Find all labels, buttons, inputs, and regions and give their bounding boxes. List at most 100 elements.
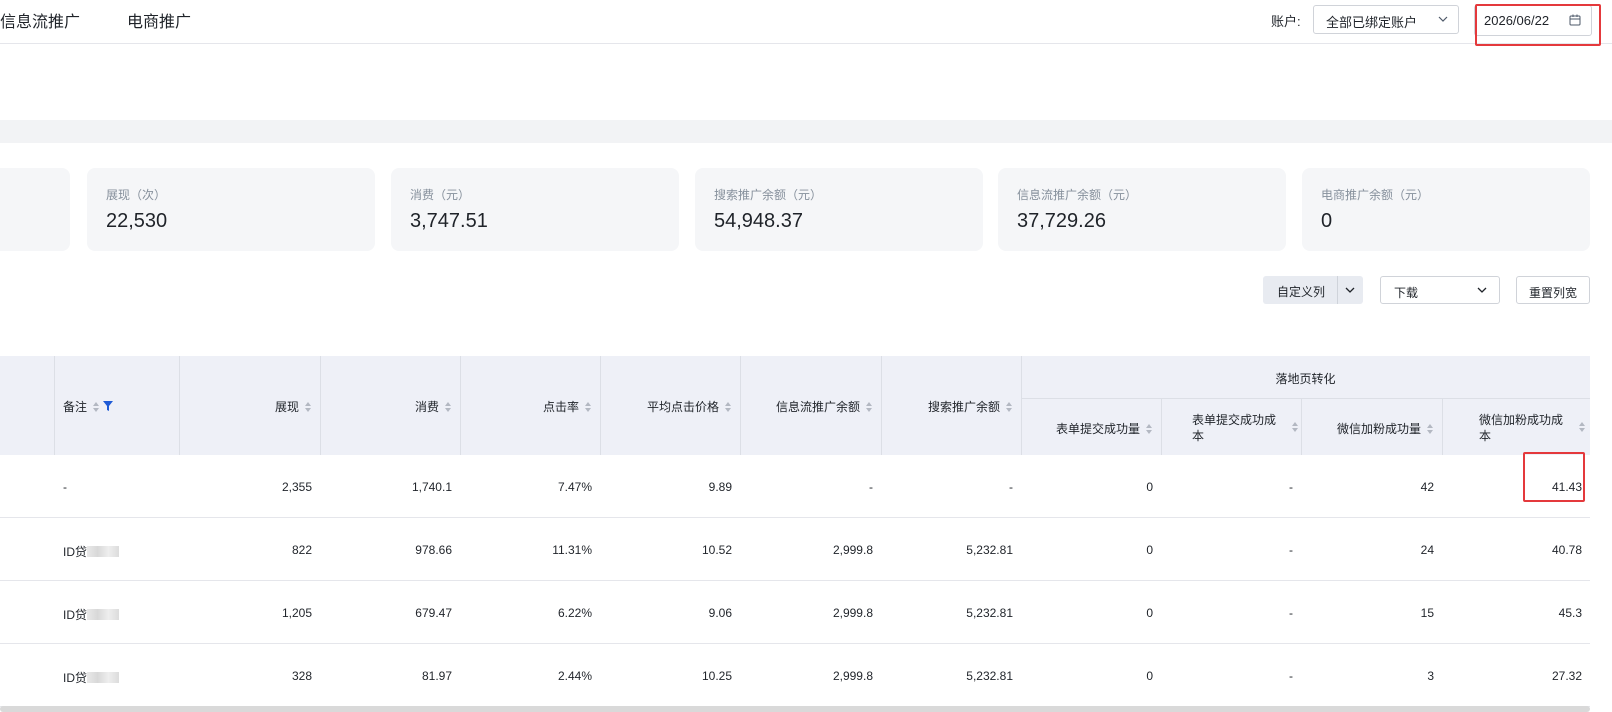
cell-note-text: ID贷 bbox=[63, 671, 88, 685]
column-header-feed-balance[interactable]: 信息流推广余额 bbox=[750, 398, 873, 415]
column-divider bbox=[740, 356, 741, 455]
sort-icon[interactable] bbox=[584, 401, 592, 413]
tab-ecommerce-promotion[interactable]: 电商推广 bbox=[127, 8, 191, 32]
column-divider bbox=[600, 356, 601, 455]
metric-label: 消费（元） bbox=[410, 188, 471, 202]
redacted-mask bbox=[87, 672, 120, 683]
sort-icon[interactable] bbox=[1005, 401, 1013, 413]
sort-icon[interactable] bbox=[865, 401, 873, 413]
metric-value: 3,747.51 bbox=[410, 210, 488, 232]
column-header-avg-cpc[interactable]: 平均点击价格 bbox=[610, 398, 732, 415]
cell-note: ID贷 bbox=[63, 543, 120, 560]
cell-form-cost: - bbox=[1289, 606, 1293, 620]
column-divider bbox=[179, 356, 180, 455]
cell-note: ID贷 bbox=[63, 606, 120, 623]
account-label: 账户: bbox=[1271, 14, 1301, 29]
cell-note: ID贷 bbox=[63, 669, 120, 686]
metric-card-search-balance: 搜索推广余额（元） 54,948.37 bbox=[695, 168, 983, 251]
cell-avg-cpc: 9.06 bbox=[708, 606, 732, 620]
account-select[interactable]: 全部已绑定账户 bbox=[1313, 5, 1459, 34]
metric-label: 信息流推广余额（元） bbox=[1017, 188, 1138, 202]
cell-wechat-fans: 24 bbox=[1420, 543, 1434, 557]
reset-column-width-button[interactable]: 重置列宽 bbox=[1516, 276, 1590, 304]
cell-search-balance: 5,232.81 bbox=[966, 669, 1013, 683]
metric-card-partial bbox=[0, 168, 70, 251]
sort-icon[interactable] bbox=[92, 401, 100, 413]
tab-feed-promotion[interactable]: 信息流推广 bbox=[0, 8, 80, 32]
cell-form-submits: 0 bbox=[1146, 480, 1153, 494]
cell-cost: 81.97 bbox=[421, 669, 452, 683]
metric-card-feed-balance: 信息流推广余额（元） 37,729.26 bbox=[998, 168, 1286, 251]
cell-note-text: ID贷 bbox=[63, 545, 88, 559]
cell-form-cost: - bbox=[1289, 480, 1293, 494]
sort-icon[interactable] bbox=[304, 401, 312, 413]
metric-label: 展现（次） bbox=[106, 188, 167, 202]
cell-avg-cpc: 10.52 bbox=[701, 543, 732, 557]
cell-ctr: 6.22% bbox=[557, 606, 592, 620]
chevron-down-icon bbox=[1438, 16, 1448, 22]
cell-note: - bbox=[63, 480, 67, 494]
chevron-down-icon[interactable] bbox=[1345, 285, 1355, 295]
cell-cost: 1,740.1 bbox=[411, 480, 452, 494]
calendar-icon bbox=[1569, 14, 1581, 26]
date-value: 2026/06/22 bbox=[1484, 13, 1550, 28]
cell-search-balance: 5,232.81 bbox=[966, 543, 1013, 557]
cell-impressions: 2,355 bbox=[281, 480, 312, 494]
sort-icon[interactable] bbox=[444, 401, 452, 413]
cell-impressions: 822 bbox=[291, 543, 312, 557]
metric-value: 22,530 bbox=[106, 210, 168, 232]
redacted-mask bbox=[87, 546, 120, 557]
chevron-down-icon bbox=[1477, 287, 1487, 293]
column-header-form-submits[interactable]: 表单提交成功量 bbox=[1030, 420, 1153, 437]
column-header-wechat-cost[interactable]: 微信加粉成功成本 bbox=[1479, 412, 1563, 444]
cell-wechat-fans: 3 bbox=[1427, 669, 1434, 683]
metric-card-ecommerce-balance: 电商推广余额（元） 0 bbox=[1302, 168, 1590, 251]
custom-columns-button[interactable]: 自定义列 bbox=[1263, 276, 1363, 304]
filter-icon[interactable] bbox=[103, 401, 114, 411]
sort-icon[interactable] bbox=[724, 401, 732, 413]
section-divider bbox=[0, 120, 1612, 143]
download-label: 下载 bbox=[1394, 286, 1419, 300]
cell-note-text: - bbox=[63, 480, 67, 494]
cell-cost: 679.47 bbox=[415, 606, 452, 620]
cell-search-balance: 5,232.81 bbox=[966, 606, 1013, 620]
cell-form-cost: - bbox=[1289, 669, 1293, 683]
button-divider bbox=[1337, 276, 1338, 304]
metric-card-cost: 消费（元） 3,747.51 bbox=[391, 168, 679, 251]
cell-wechat-fans: 15 bbox=[1420, 606, 1434, 620]
metric-label: 搜索推广余额（元） bbox=[714, 188, 823, 202]
sort-icon[interactable] bbox=[1145, 423, 1153, 435]
date-picker[interactable]: 2026/06/22 bbox=[1474, 5, 1592, 36]
cell-wechat-fans: 42 bbox=[1420, 480, 1434, 494]
column-header-search-balance[interactable]: 搜索推广余额 bbox=[890, 398, 1013, 415]
cell-ctr: 7.47% bbox=[557, 480, 592, 494]
metric-value: 54,948.37 bbox=[714, 210, 803, 232]
sort-icon[interactable] bbox=[1426, 423, 1434, 435]
metric-value: 37,729.26 bbox=[1017, 210, 1106, 232]
column-header-note[interactable]: 备注 bbox=[63, 398, 114, 415]
cell-wechat-cost: 45.3 bbox=[1558, 606, 1582, 620]
column-header-ctr[interactable]: 点击率 bbox=[470, 398, 592, 415]
header-divider bbox=[1021, 398, 1590, 399]
cell-feed-balance: - bbox=[869, 480, 873, 494]
column-divider bbox=[460, 356, 461, 455]
cell-ctr: 2.44% bbox=[557, 669, 592, 683]
download-select[interactable]: 下载 bbox=[1380, 276, 1500, 304]
cell-form-submits: 0 bbox=[1146, 669, 1153, 683]
column-header-form-cost[interactable]: 表单提交成功成本 bbox=[1192, 412, 1276, 444]
sort-icon[interactable] bbox=[1291, 421, 1299, 433]
column-divider bbox=[1161, 398, 1162, 455]
column-header-cost[interactable]: 消费 bbox=[330, 398, 452, 415]
sort-icon[interactable] bbox=[1578, 421, 1586, 433]
column-divider bbox=[54, 356, 55, 455]
cell-wechat-cost: 41.43 bbox=[1551, 480, 1582, 494]
column-group-landing-conversion: 落地页转化 bbox=[1275, 372, 1336, 386]
cell-form-submits: 0 bbox=[1146, 543, 1153, 557]
column-header-impressions[interactable]: 展现 bbox=[190, 398, 312, 415]
cell-avg-cpc: 9.89 bbox=[708, 480, 732, 494]
column-header-wechat-fans[interactable]: 微信加粉成功量 bbox=[1310, 420, 1434, 437]
cell-avg-cpc: 10.25 bbox=[701, 669, 732, 683]
cell-wechat-cost: 27.32 bbox=[1551, 669, 1582, 683]
horizontal-scrollbar[interactable] bbox=[0, 706, 1590, 712]
cell-form-cost: - bbox=[1289, 543, 1293, 557]
